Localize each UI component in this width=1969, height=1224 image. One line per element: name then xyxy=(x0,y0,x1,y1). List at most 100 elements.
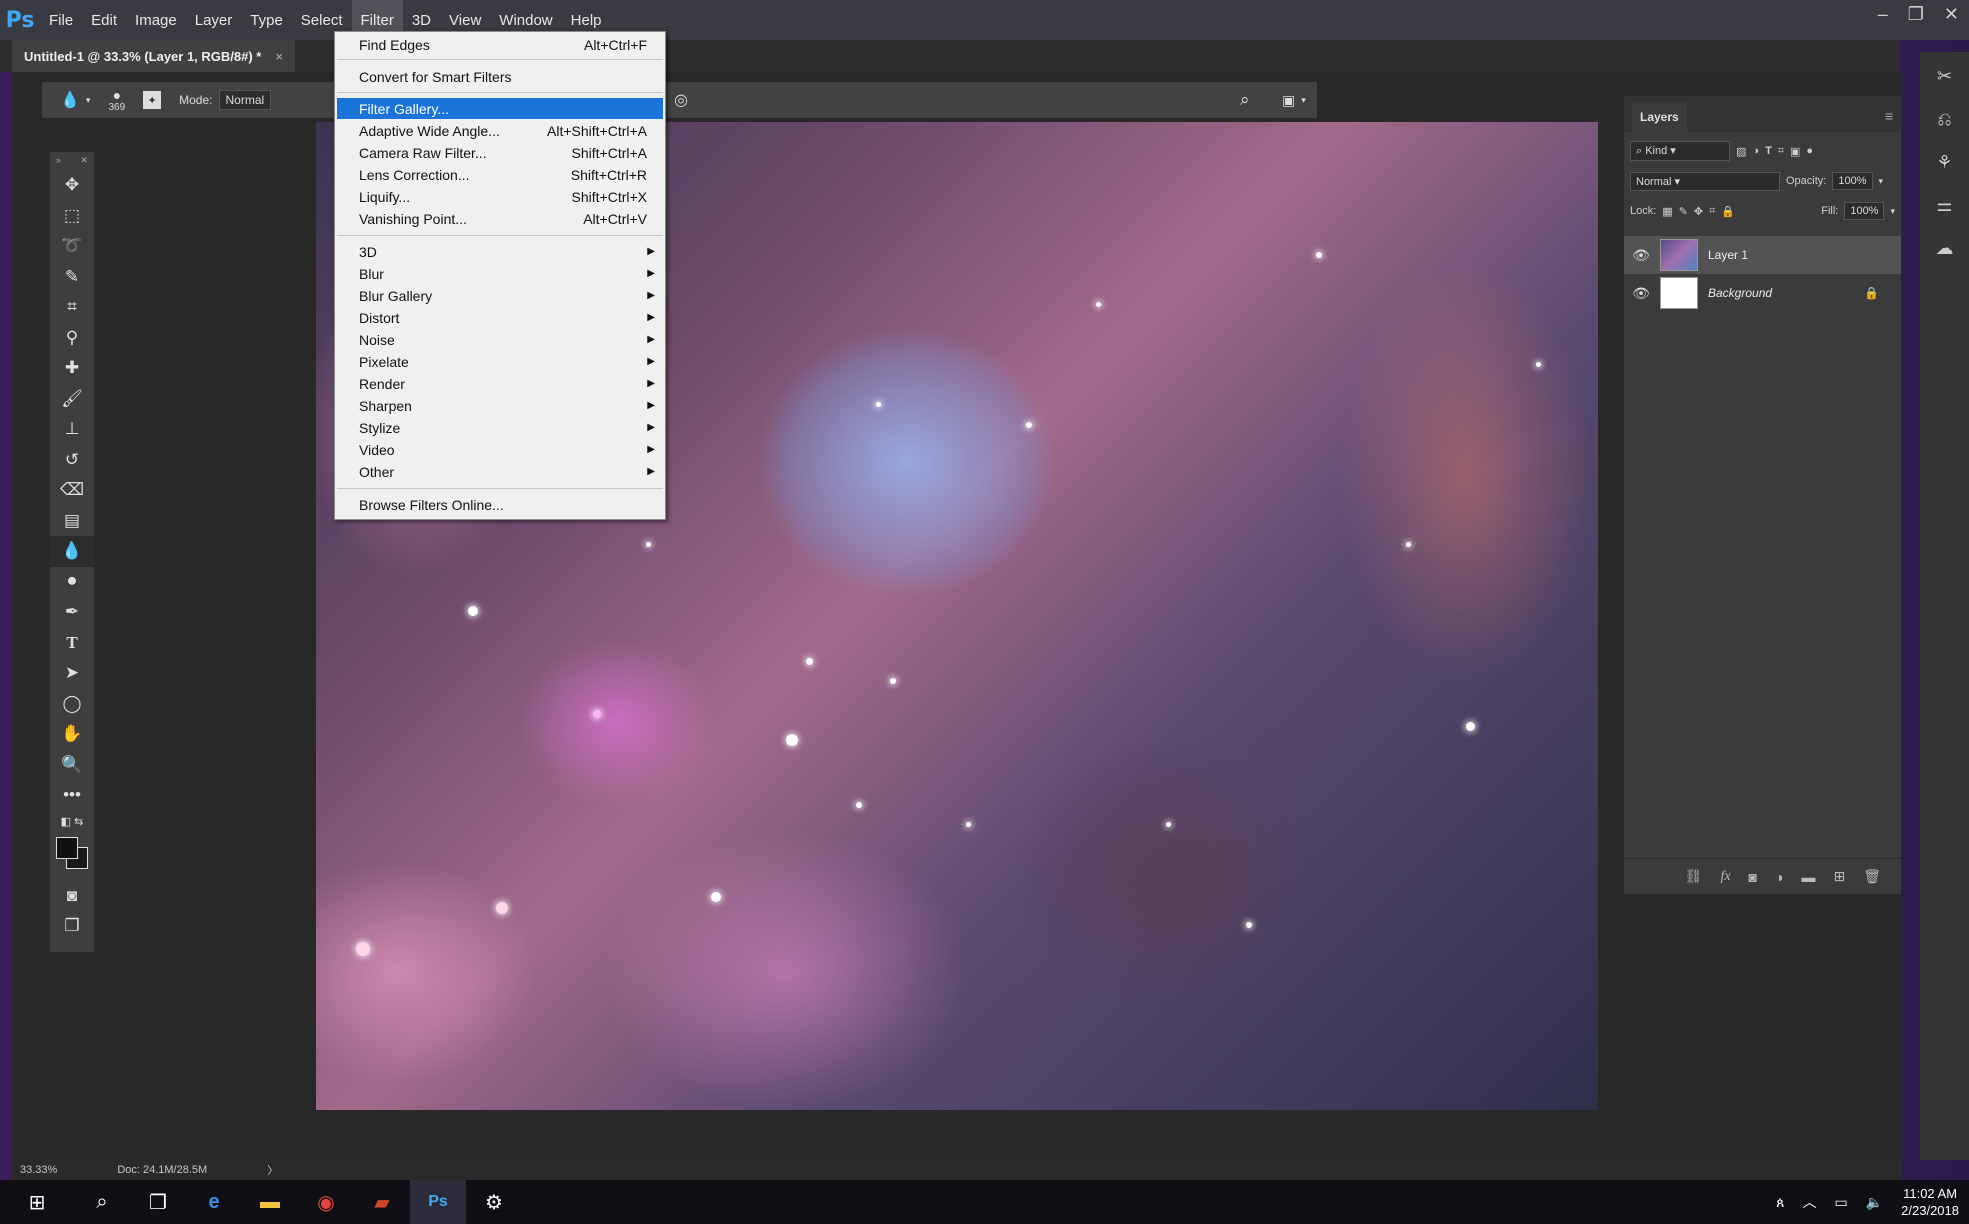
task-view-icon[interactable]: ❐ xyxy=(130,1180,186,1224)
filter-shape-icon[interactable]: ⌗ xyxy=(1778,145,1784,158)
brush-tool-icon[interactable]: 🖌 xyxy=(50,384,94,415)
move-tool-icon[interactable]: ✥ xyxy=(50,170,94,201)
lock-artboard-icon[interactable]: ⌗ xyxy=(1709,205,1715,218)
filter-toggle-icon[interactable]: ● xyxy=(1806,145,1813,157)
hand-tool-icon[interactable]: ✋ xyxy=(50,719,94,750)
eyedropper-tool-icon[interactable]: ⚲ xyxy=(50,323,94,354)
menu-item-distort[interactable]: Distort ▶ xyxy=(337,307,663,328)
quick-mask-icon[interactable]: ◙ xyxy=(50,881,94,912)
filter-smart-object-icon[interactable]: ▣ xyxy=(1790,145,1800,158)
crop-tool-icon[interactable]: ⌗ xyxy=(50,292,94,323)
history-brush-tool-icon[interactable]: ↺ xyxy=(50,445,94,476)
delete-layer-icon[interactable]: 🗑 xyxy=(1863,868,1881,885)
blend-mode-select[interactable]: Normal ▾ xyxy=(1630,171,1780,191)
brush-preset-icon[interactable]: ⚘ xyxy=(1936,152,1952,173)
type-tool-icon[interactable]: T xyxy=(50,628,94,659)
lock-pixels-icon[interactable]: ✎ xyxy=(1679,205,1688,218)
file-explorer-icon[interactable]: ▬ xyxy=(242,1180,298,1224)
menu-item-find-edges[interactable]: Find Edges Alt+Ctrl+F xyxy=(337,34,663,55)
lock-transparent-icon[interactable]: ▦ xyxy=(1662,205,1672,218)
windows-start-icon[interactable]: ⊞ xyxy=(0,1180,74,1224)
filter-type-icon[interactable]: T xyxy=(1765,145,1772,157)
menu-edit[interactable]: Edit xyxy=(82,0,126,40)
menu-item-pixelate[interactable]: Pixelate ▶ xyxy=(337,351,663,372)
layer-row[interactable]: 👁 Background 🔒 xyxy=(1624,274,1901,312)
screen-mode-icon[interactable]: ❐ xyxy=(50,911,94,942)
powerpoint-icon[interactable]: ▰ xyxy=(354,1180,410,1224)
menu-layer[interactable]: Layer xyxy=(186,0,242,40)
menu-item-browse-filters-online[interactable]: Browse Filters Online... xyxy=(337,494,663,515)
chrome-icon[interactable]: ◉ xyxy=(298,1180,354,1224)
workspace-switcher[interactable]: ▣ ▾ xyxy=(1282,92,1306,109)
link-layers-icon[interactable]: ⛓ xyxy=(1685,868,1703,885)
marquee-tool-icon[interactable]: ⬚ xyxy=(50,201,94,232)
pen-tool-icon[interactable]: ✒ xyxy=(50,597,94,628)
pressure-toggle[interactable]: ◎ xyxy=(674,90,688,110)
close-button[interactable]: ✕ xyxy=(1944,4,1959,25)
lock-position-icon[interactable]: ✥ xyxy=(1694,205,1703,218)
edge-browser-icon[interactable]: e xyxy=(186,1180,242,1224)
tab-layers[interactable]: Layers xyxy=(1632,102,1687,132)
history-icon[interactable]: ⎌ xyxy=(1937,109,1951,130)
chevron-down-icon[interactable]: ▾ xyxy=(1890,206,1895,217)
minimize-button[interactable]: – xyxy=(1878,4,1888,25)
menu-image[interactable]: Image xyxy=(126,0,186,40)
network-icon[interactable]: ▭ xyxy=(1834,1194,1847,1211)
restore-button[interactable]: ❐ xyxy=(1908,4,1924,25)
layer-style-icon[interactable]: fx xyxy=(1720,869,1730,885)
collapse-icon[interactable]: » xyxy=(56,155,61,167)
menu-item-blur-gallery[interactable]: Blur Gallery ▶ xyxy=(337,285,663,306)
path-selection-tool-icon[interactable]: ➤ xyxy=(50,658,94,689)
menu-item-sharpen[interactable]: Sharpen ▶ xyxy=(337,395,663,416)
menu-item-other[interactable]: Other ▶ xyxy=(337,461,663,482)
menu-item-filter-gallery[interactable]: Filter Gallery... xyxy=(337,98,663,119)
settings-gear-icon[interactable]: ⚙ xyxy=(466,1180,522,1224)
menu-item-video[interactable]: Video ▶ xyxy=(337,439,663,460)
lasso-tool-icon[interactable]: ➰ xyxy=(50,231,94,262)
tray-expand-icon[interactable]: ︿ xyxy=(1802,1192,1816,1212)
menu-item-3d[interactable]: 3D ▶ xyxy=(337,241,663,262)
gradient-tool-icon[interactable]: ▤ xyxy=(50,506,94,537)
tools-icon[interactable]: ✂ xyxy=(1937,66,1952,87)
new-layer-icon[interactable]: ⊞ xyxy=(1833,868,1845,885)
document-tab[interactable]: Untitled-1 @ 33.3% (Layer 1, RGB/8#) * × xyxy=(12,40,295,72)
dodge-tool-icon[interactable]: ⚫ xyxy=(50,567,94,598)
menu-item-render[interactable]: Render ▶ xyxy=(337,373,663,394)
new-group-icon[interactable]: ▬ xyxy=(1801,869,1815,885)
fill-input[interactable]: 100% xyxy=(1844,202,1885,220)
clock[interactable]: 11:02 AM 2/23/2018 xyxy=(1901,1185,1959,1219)
visibility-eye-icon[interactable]: 👁 xyxy=(1632,285,1650,302)
menu-item-vanishing-point[interactable]: Vanishing Point... Alt+Ctrl+V xyxy=(337,208,663,229)
healing-brush-tool-icon[interactable]: ✚ xyxy=(50,353,94,384)
visibility-eye-icon[interactable]: 👁 xyxy=(1632,247,1650,264)
panel-menu-icon[interactable]: ≡ xyxy=(1885,108,1893,132)
menu-file[interactable]: File xyxy=(40,0,82,40)
menu-item-convert-smart-filters[interactable]: Convert for Smart Filters xyxy=(337,66,663,87)
swap-colors-icon[interactable]: ◧ ⇆ xyxy=(50,811,94,833)
brush-panel-toggle[interactable]: ✦ xyxy=(143,91,162,109)
adjustments-icon[interactable]: ⚌ xyxy=(1936,195,1952,216)
chevron-down-icon[interactable]: ▾ xyxy=(1879,176,1884,187)
search-icon[interactable]: ⌕ xyxy=(74,1180,130,1224)
opacity-input[interactable]: 100% xyxy=(1832,172,1873,190)
menu-item-camera-raw-filter[interactable]: Camera Raw Filter... Shift+Ctrl+A xyxy=(337,142,663,163)
photoshop-taskbar-icon[interactable]: Ps xyxy=(410,1180,466,1224)
zoom-level[interactable]: 33.33% xyxy=(20,1164,57,1176)
eraser-tool-icon[interactable]: ⌫ xyxy=(50,475,94,506)
foreground-color-swatch[interactable] xyxy=(56,836,78,859)
menu-item-liquify[interactable]: Liquify... Shift+Ctrl+X xyxy=(337,186,663,207)
menu-item-blur[interactable]: Blur ▶ xyxy=(337,263,663,284)
zoom-tool-icon[interactable]: 🔍 xyxy=(50,750,94,781)
add-mask-icon[interactable]: ◙ xyxy=(1749,869,1757,885)
adjustment-layer-icon[interactable]: ◑ xyxy=(1775,869,1783,885)
libraries-icon[interactable]: ☁ xyxy=(1936,238,1954,259)
status-menu-arrow-icon[interactable]: 〉 xyxy=(267,1162,278,1178)
menu-item-stylize[interactable]: Stylize ▶ xyxy=(337,417,663,438)
brush-picker[interactable]: ● 369 xyxy=(108,88,125,113)
quick-selection-tool-icon[interactable]: ✎ xyxy=(50,262,94,293)
filter-adjustment-icon[interactable]: ◑ xyxy=(1752,145,1759,157)
layer-row[interactable]: 👁 Layer 1 xyxy=(1624,236,1901,274)
close-icon[interactable]: ✕ xyxy=(80,155,88,167)
menu-type[interactable]: Type xyxy=(241,0,292,40)
close-tab-icon[interactable]: × xyxy=(275,49,283,64)
